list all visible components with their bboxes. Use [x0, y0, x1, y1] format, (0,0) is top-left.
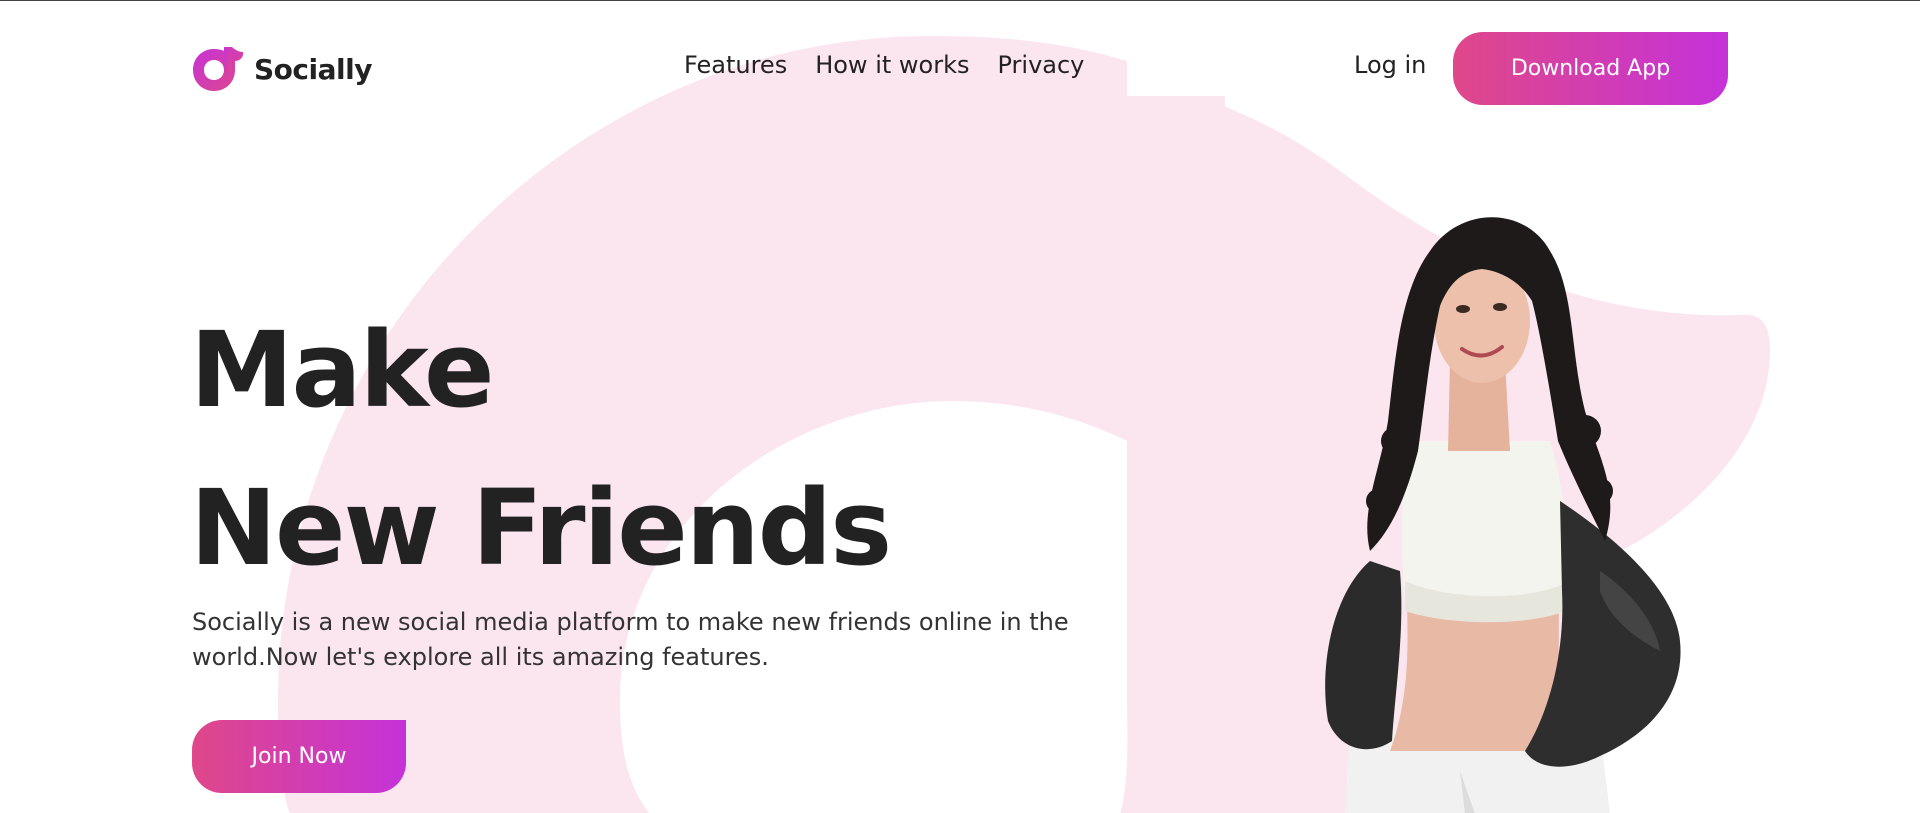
- hero-title: Make New Friends: [190, 291, 892, 607]
- nav-link-features[interactable]: Features: [684, 51, 787, 79]
- hero-title-line-2: New Friends: [190, 467, 892, 589]
- brand-name: Socially: [254, 52, 372, 86]
- site-header: Socially Features How it works Privacy L…: [0, 1, 1920, 111]
- landing-page: Socially Features How it works Privacy L…: [0, 0, 1920, 813]
- download-app-button[interactable]: Download App: [1453, 32, 1728, 105]
- join-now-button[interactable]: Join Now: [192, 720, 406, 793]
- login-link[interactable]: Log in: [1354, 51, 1426, 79]
- hero-title-line-1: Make: [190, 309, 495, 431]
- brand-logo[interactable]: Socially: [192, 47, 372, 91]
- main-nav: Features How it works Privacy: [684, 51, 1084, 79]
- music-note-logo-icon: [193, 47, 243, 91]
- nav-link-how-it-works[interactable]: How it works: [815, 51, 969, 79]
- nav-link-privacy[interactable]: Privacy: [997, 51, 1084, 79]
- hero-description: Socially is a new social media platform …: [192, 608, 1069, 671]
- hero-model-photo: [1325, 217, 1681, 813]
